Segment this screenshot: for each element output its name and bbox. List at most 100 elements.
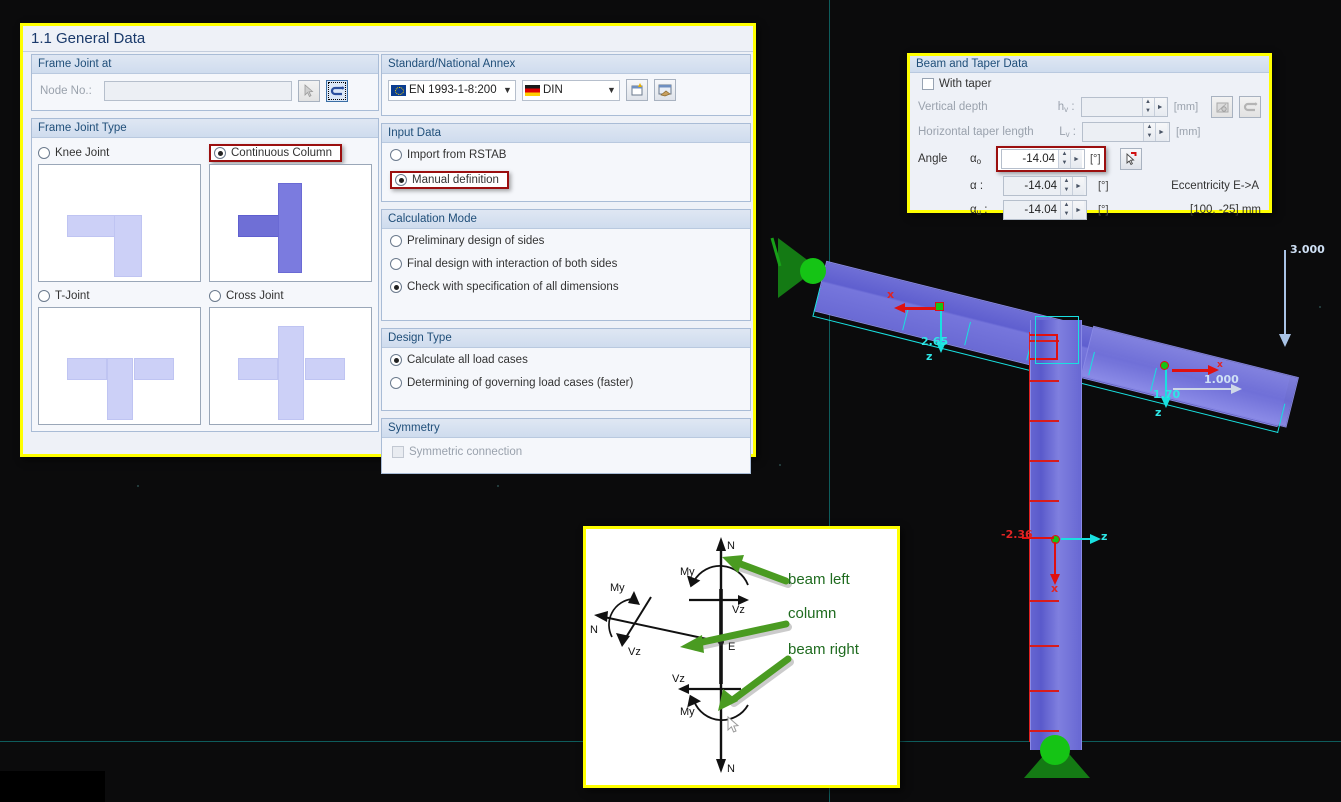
chevron-down-icon[interactable]: ▼ [500,85,515,95]
radio-determining-governing[interactable]: Determining of governing load cases (fas… [390,377,633,389]
beam-x-arrowhead [894,303,905,313]
joint-type-label-cross: Cross Joint [226,290,284,302]
angle-o-expand[interactable]: ► [1070,150,1082,168]
continuous-column-thumbnail[interactable] [209,164,372,282]
vertical-depth-spinner[interactable]: ▲ ▼ [1141,98,1154,116]
dim-1000-label: 1.000 [1204,373,1239,386]
input-data-label: Input Data [382,124,750,143]
angle-u-input[interactable]: -14.04 ▲ ▼ ► [1003,200,1087,220]
annex-value: DIN [543,84,563,96]
calc-mode-label-final: Final design with interaction of both si… [407,258,618,270]
radio-check-all-dimensions[interactable]: Check with specification of all dimensio… [390,281,619,293]
general-data-dialog[interactable]: 1.1 General Data Frame Joint at Node No.… [20,23,756,474]
horizontal-taper-length-label: Horizontal taper length [918,126,1034,138]
joint-type-option-knee-joint[interactable]: Knee Joint [38,142,201,282]
taper-shape-icon[interactable] [1211,96,1234,118]
label-N-left: N [590,624,598,636]
label-Vz-left: Vz [628,646,641,658]
design-type-label: Design Type [382,329,750,348]
vertical-depth-expand[interactable]: ► [1153,98,1166,116]
cross-joint-thumbnail[interactable] [209,307,372,425]
vertical-depth-input[interactable]: ▲ ▼ ► [1080,97,1168,117]
frame-joint-at-group: Frame Joint at Node No.: [31,54,379,111]
horizontal-taper-unit: [mm] [1176,126,1201,138]
vertical-depth-label: Vertical depth [918,101,988,113]
support-node-left[interactable] [800,258,826,284]
knee-joint-thumbnail[interactable] [38,164,201,282]
symmetry-label: Symmetry [382,419,750,438]
angle-mid-expand[interactable]: ► [1072,177,1084,195]
axis-x-beam-top-label: x [887,288,895,301]
dim-3000-label: 3.000 [1290,243,1325,256]
label-My-bottom: My [680,706,695,718]
joint-type-label-continuous: Continuous Column [231,147,333,159]
joint-type-option-continuous-column[interactable]: Continuous Column [209,142,372,282]
joint-type-option-t-joint[interactable]: T-Joint [38,285,201,425]
label-Vz-top: Vz [732,604,745,616]
new-standard-icon[interactable] [626,79,648,101]
radio-cross-joint[interactable]: Cross Joint [209,290,284,302]
radio-manual-definition[interactable]: Manual definition [395,174,499,186]
angle-u-expand[interactable]: ► [1072,201,1084,219]
symmetry-group: Symmetry Symmetric connection [381,418,751,474]
horizontal-taper-spinner[interactable]: ▲ ▼ [1143,123,1155,141]
pick-cursor-icon[interactable] [298,80,320,102]
design-type-label-governing: Determining of governing load cases (fas… [407,377,634,389]
t-joint-thumbnail[interactable] [38,307,201,425]
node-no-input[interactable] [104,81,292,101]
label-N-top: N [727,540,735,552]
horizontal-taper-length-input[interactable]: ▲ ▼ ► [1082,122,1170,142]
horizontal-taper-expand[interactable]: ► [1155,123,1167,141]
axis-z-column-label: z [1101,530,1108,543]
continuous-column-highlight: Continuous Column [209,144,343,162]
manual-definition-highlight: Manual definition [390,171,509,189]
force-diagram-callout[interactable]: E N My Vz N My Vz Vz My N beam left colu… [583,526,900,788]
angle-o-spinner[interactable]: ▲ ▼ [1058,150,1070,168]
angle-mid-value: -14.04 [1024,180,1057,192]
annex-dropdown[interactable]: DIN ▼ [522,79,620,101]
horizontal-taper-symbol: Lv : [1059,125,1076,139]
design-type-group: Design Type Calculate all load cases Det… [381,328,751,411]
callout-label-beam-right: beam right [788,641,860,658]
viewport-corner-panel [0,771,105,802]
checkbox-with-taper[interactable]: With taper [918,78,991,90]
label-Vz-bottom: Vz [672,673,685,685]
angle-mid-spinner[interactable]: ▲ ▼ [1060,177,1072,195]
angle-o-value: -14.04 [1022,153,1055,165]
column-load-tick [1029,420,1059,422]
chevron-down-icon[interactable]: ▼ [604,85,619,95]
angle-u-value: -14.04 [1024,204,1057,216]
configure-standard-icon[interactable] [654,79,676,101]
angle-o-input[interactable]: -14.04 ▲ ▼ ► [1001,149,1085,169]
pick-angle-from-model-icon[interactable] [1119,148,1142,170]
calculation-mode-group: Calculation Mode Preliminary design of s… [381,209,751,321]
angle-u-spinner[interactable]: ▲ ▼ [1060,201,1072,219]
joint-type-option-cross-joint[interactable]: Cross Joint [209,285,372,425]
angle-o-symbol: αo [970,152,982,166]
radio-t-joint[interactable]: T-Joint [38,290,90,302]
support-node-bottom[interactable] [1040,735,1070,765]
axis-z-beam-mid-label: z [1155,406,1162,419]
grid-dot [137,485,139,487]
beam-mid-node-marker[interactable] [1160,361,1169,370]
beam-taper-data-dialog[interactable]: Beam and Taper Data With taper Vertical … [907,53,1272,220]
radio-calculate-all-load-cases[interactable]: Calculate all load cases [390,354,528,366]
checkbox-symmetric-connection[interactable]: Symmetric connection [392,446,522,458]
frame-joint-type-label: Frame Joint Type [32,119,378,138]
callout-label-column: column [788,605,836,622]
column-load-tick [1029,645,1059,647]
standard-annex-group: Standard/National Annex EN 1993-1-8:200 … [381,54,751,116]
beam-node-marker[interactable] [935,302,944,311]
radio-continuous-column[interactable]: Continuous Column [214,147,332,159]
standard-dropdown[interactable]: EN 1993-1-8:200 ▼ [388,79,516,101]
radio-import-from-rstab[interactable]: Import from RSTAB [390,149,506,161]
angle-mid-input[interactable]: -14.04 ▲ ▼ ► [1003,176,1087,196]
dim-3000-arrowhead [1279,334,1291,347]
radio-knee-joint[interactable]: Knee Joint [38,147,109,159]
radio-preliminary-design[interactable]: Preliminary design of sides [390,235,544,247]
radio-final-design[interactable]: Final design with interaction of both si… [390,258,617,270]
dim-265-label: 2.65 [921,335,949,348]
jump-to-model-icon[interactable] [326,80,348,102]
taper-jump-icon[interactable] [1239,96,1262,118]
german-flag-icon [525,84,540,96]
